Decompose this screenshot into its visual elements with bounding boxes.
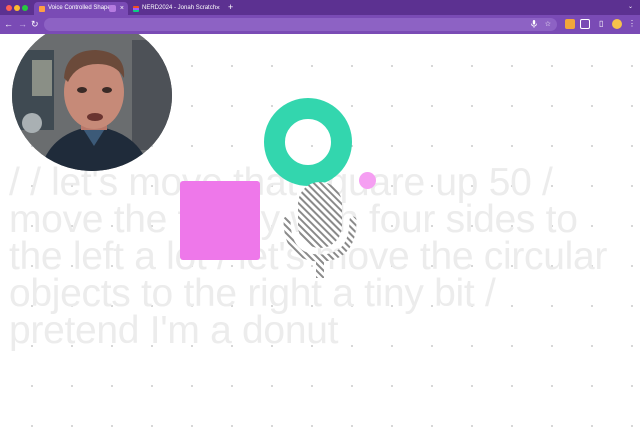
- tab-search-icon[interactable]: ⌄: [628, 3, 633, 10]
- window-close-button[interactable]: [6, 5, 12, 11]
- tab-title: Voice Controlled Shapes: [48, 5, 114, 11]
- browser-toolbar: ← → ↻ ☆ ▯ ⋮: [0, 15, 640, 34]
- address-bar[interactable]: ☆: [44, 18, 557, 31]
- microphone-icon: [283, 182, 357, 278]
- side-panel-icon[interactable]: ▯: [599, 18, 603, 30]
- tab-strip: Voice Controlled Shapes × NERD2024 - Jon…: [0, 0, 640, 15]
- profile-avatar[interactable]: [612, 19, 622, 29]
- extensions-puzzle-icon[interactable]: [580, 19, 590, 29]
- honey-extension-icon[interactable]: [565, 19, 575, 29]
- window-maximize-button[interactable]: [22, 5, 28, 11]
- new-tab-icon[interactable]: +: [228, 2, 233, 13]
- figma-icon: [133, 6, 139, 12]
- close-icon[interactable]: ×: [120, 2, 124, 15]
- microphone-icon[interactable]: [531, 20, 537, 31]
- kebab-menu-icon[interactable]: ⋮: [628, 18, 636, 30]
- teal-donut-shape[interactable]: [264, 98, 352, 186]
- window-minimize-button[interactable]: [14, 5, 20, 11]
- tab-nerd2024[interactable]: NERD2024 - Jonah Scratch ×: [128, 2, 224, 15]
- tab-audio-icon[interactable]: [109, 5, 116, 12]
- pink-circle-shape[interactable]: [359, 172, 376, 189]
- shapes-canvas[interactable]: / / let's move that square up 50 / move …: [0, 34, 640, 433]
- reload-icon[interactable]: ↻: [31, 18, 39, 30]
- back-arrow-icon[interactable]: ←: [4, 18, 13, 30]
- pink-square-shape[interactable]: [180, 181, 260, 260]
- tab-title: NERD2024 - Jonah Scratch: [142, 5, 217, 11]
- close-icon[interactable]: ×: [216, 2, 220, 15]
- favicon-icon: [39, 6, 45, 12]
- tab-voice-controlled-shapes[interactable]: Voice Controlled Shapes ×: [34, 2, 128, 15]
- forward-arrow-icon[interactable]: →: [18, 18, 27, 30]
- star-icon[interactable]: ☆: [545, 20, 551, 29]
